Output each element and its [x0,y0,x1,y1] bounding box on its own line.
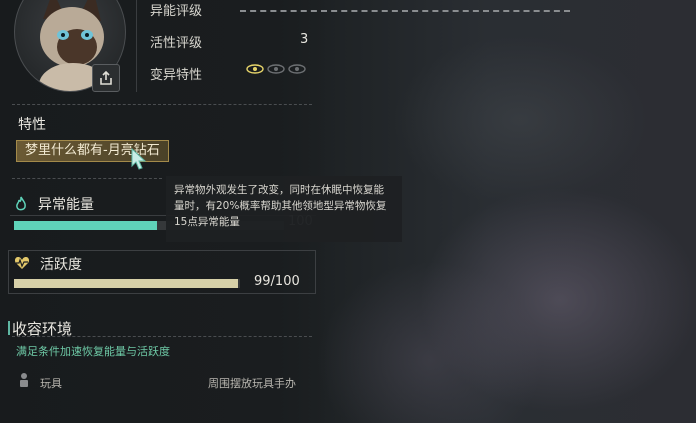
ability-rating-label: 异能评级 [150,4,203,19]
eye-icon [288,64,306,74]
toy-label: 玩具 [40,377,62,390]
energy-bar-fill [14,221,158,230]
activity-rating-label: 活性评级 [150,36,203,51]
share-button[interactable] [92,64,120,92]
activity-bar-fill [14,279,238,288]
eye-icon [246,64,264,74]
energy-label: 异常能量 [38,197,94,213]
mutation-eyes [246,64,306,74]
mutation-trait-label: 变异特性 [150,68,203,83]
toy-icon [20,373,28,387]
activity-rating-value: 3 [300,32,309,47]
activity-label: 活跃度 [40,257,82,273]
cursor-icon [131,148,147,170]
flame-icon [16,196,26,211]
activity-value: 99/100 [254,274,300,289]
share-icon [100,70,112,85]
trait-tooltip: 异常物外观发生了改变，同时在休眠中恢复能量时，有20%概率帮助其他领地型异常物恢… [166,176,402,242]
heartbeat-icon [14,257,30,269]
containment-env-subtitle: 满足条件加速恢复能量与活跃度 [16,345,170,358]
eye-icon [267,64,285,74]
containment-env-title: 收容环境 [7,320,73,338]
toy-description: 周围摆放玩具手办 [208,377,296,390]
activity-bar [14,279,240,288]
divider [136,0,137,92]
traits-title: 特性 [18,117,46,133]
separator [12,178,162,179]
ability-rating-bar [240,10,570,12]
separator [12,104,312,105]
